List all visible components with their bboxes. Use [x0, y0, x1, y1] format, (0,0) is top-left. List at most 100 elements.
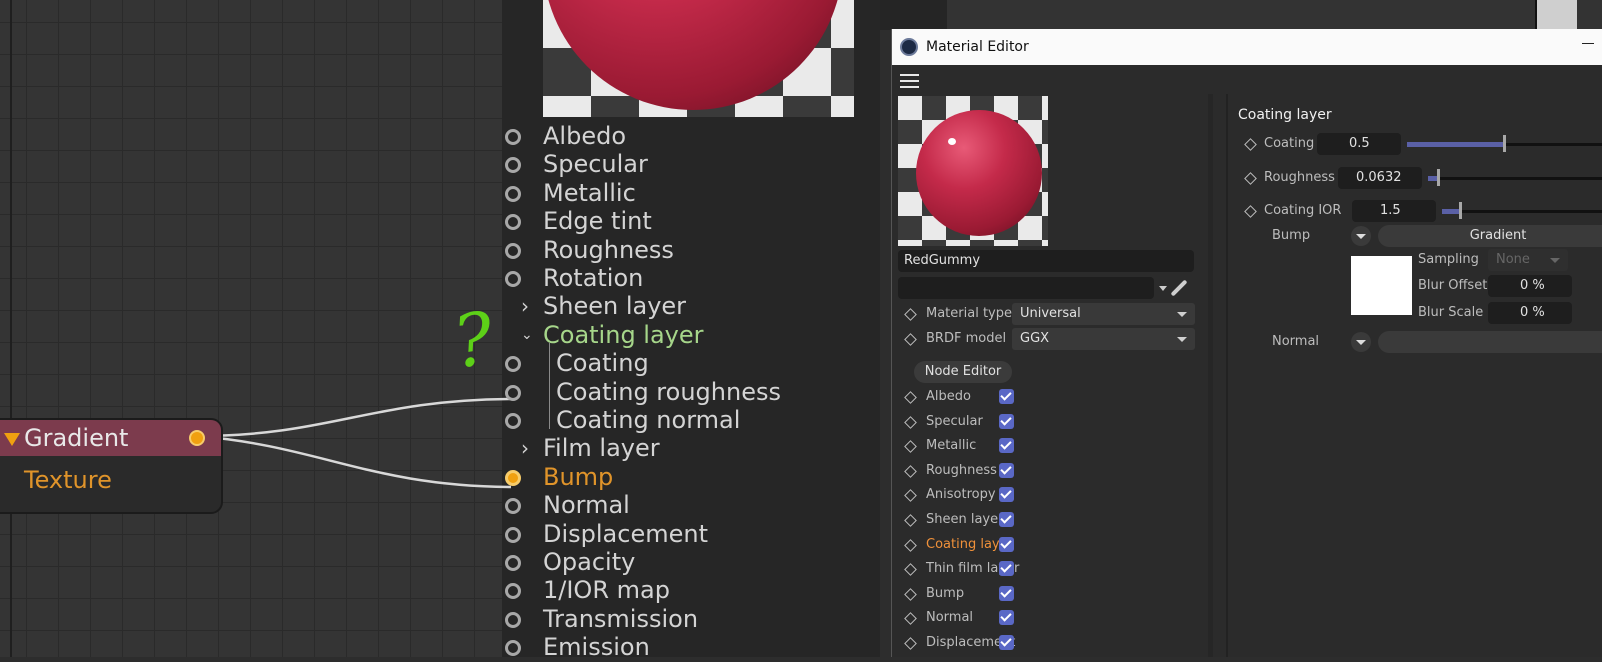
channel-displacement-keyframe-icon[interactable]: [904, 637, 917, 650]
chevron-right-icon[interactable]: ›: [521, 292, 529, 321]
channel-roughness-checkbox[interactable]: [999, 462, 1014, 478]
panel-splitter[interactable]: [1208, 94, 1213, 657]
channel-thin-film-layer-checkbox[interactable]: [999, 561, 1014, 577]
roughness-slider-track[interactable]: [1428, 177, 1602, 180]
roughness-value-field[interactable]: 0.0632: [1338, 167, 1422, 189]
channel-roughness-keyframe-icon[interactable]: [904, 464, 917, 478]
channel-metallic-checkbox[interactable]: [999, 438, 1014, 454]
sampling-dropdown[interactable]: None: [1488, 249, 1568, 271]
normal-shader-button[interactable]: [1378, 331, 1602, 353]
port-metallic-dot[interactable]: [505, 185, 521, 202]
channel-displacement-checkbox[interactable]: [999, 635, 1014, 650]
port-film-layer-label: Film layer: [543, 434, 660, 463]
coating-ior-keyframe-icon[interactable]: [1244, 205, 1257, 218]
channel-metallic-label[interactable]: Metallic: [926, 434, 976, 458]
channel-anisotropy-checkbox[interactable]: [999, 487, 1014, 503]
material-preview[interactable]: [898, 96, 1048, 246]
material-search-field[interactable]: [898, 277, 1154, 299]
channel-coating-layer-checkbox[interactable]: [999, 536, 1014, 552]
channel-coating-layer-keyframe-icon[interactable]: [904, 538, 917, 552]
blur-offset-label: Blur Offset: [1418, 278, 1488, 293]
material-type-value: Universal: [1020, 306, 1081, 321]
coating-ior-slider-knob[interactable]: [1459, 202, 1462, 219]
channel-normal-checkbox[interactable]: [999, 610, 1014, 626]
roughness-keyframe-icon[interactable]: [1244, 172, 1257, 185]
hamburger-menu-icon[interactable]: [900, 74, 919, 88]
sampling-value: None: [1496, 252, 1530, 267]
brdf-model-value: GGX: [1020, 331, 1050, 346]
blur-scale-field[interactable]: 0 %: [1488, 302, 1572, 324]
port-displacement-dot[interactable]: [505, 526, 521, 543]
roughness-slider-knob[interactable]: [1437, 169, 1440, 186]
title-bar[interactable]: Material Editor: [892, 29, 1602, 65]
field-dropdown-arrow-icon[interactable]: [1159, 286, 1167, 291]
chevron-right-icon[interactable]: ›: [521, 434, 529, 463]
port-opacity-label: Opacity: [543, 548, 636, 576]
coating-keyframe-icon[interactable]: [1244, 138, 1257, 151]
brdf-model-dropdown[interactable]: GGX: [1012, 328, 1195, 350]
port-albedo-dot[interactable]: [505, 129, 521, 145]
collapse-triangle-icon[interactable]: [4, 433, 20, 446]
window-title: Material Editor: [926, 39, 1029, 55]
tree-connector-line: [549, 400, 550, 429]
channel-bump-checkbox[interactable]: [999, 585, 1014, 601]
coating-ior-slider-track[interactable]: [1442, 210, 1602, 213]
normal-label: Normal: [1272, 334, 1320, 349]
background-window: [880, 0, 1602, 30]
channel-albedo-label[interactable]: Albedo: [926, 385, 971, 409]
bump-shader-button[interactable]: Gradient: [1378, 225, 1602, 247]
channel-specular-label[interactable]: Specular: [926, 410, 983, 434]
port-coating-label: Coating: [556, 349, 649, 378]
channel-anisotropy-keyframe-icon[interactable]: [904, 489, 917, 503]
channel-sheen-layer-keyframe-icon[interactable]: [904, 514, 917, 527]
material-type-keyframe-icon[interactable]: [904, 308, 917, 321]
port-opacity-dot[interactable]: [505, 555, 521, 571]
channel-anisotropy-label[interactable]: Anisotropy: [926, 483, 996, 507]
channel-albedo-checkbox[interactable]: [999, 389, 1014, 404]
background-window-strip: [880, 0, 947, 30]
channel-metallic-keyframe-icon[interactable]: [904, 440, 917, 454]
channel-specular-keyframe-icon[interactable]: [904, 415, 917, 429]
channel-specular-checkbox[interactable]: [999, 413, 1014, 429]
bump-shader-menu-button[interactable]: [1351, 226, 1371, 246]
blur-offset-field[interactable]: 0 %: [1488, 275, 1572, 297]
channel-normal-label[interactable]: Normal: [926, 606, 973, 630]
chevron-down-icon[interactable]: ⌄: [521, 321, 533, 350]
minimize-icon[interactable]: [1582, 43, 1594, 44]
material-name-field[interactable]: RedGummy: [898, 250, 1194, 272]
gradient-output-port[interactable]: [189, 430, 205, 446]
channel-bump-keyframe-icon[interactable]: [904, 587, 917, 601]
port-coating-roughness-label: Coating roughness: [556, 377, 781, 406]
eyedropper-icon[interactable]: [1170, 279, 1188, 297]
channel-bump-label[interactable]: Bump: [926, 582, 964, 606]
roughness-label: Roughness: [1264, 170, 1335, 185]
channel-thin-film-layer-keyframe-icon[interactable]: [904, 563, 917, 577]
gradient-node-title: Gradient: [24, 424, 129, 452]
wire-coating-roughness: [196, 397, 512, 438]
channel-roughness-label[interactable]: Roughness: [926, 459, 997, 483]
port-coating-layer-label: Coating layer: [543, 320, 704, 349]
coating-section-title: Coating layer: [1238, 107, 1332, 123]
channel-albedo-keyframe-icon[interactable]: [904, 391, 917, 404]
port-coating-normal-label: Coating normal: [556, 406, 741, 434]
channel-sheen-layer-checkbox[interactable]: [999, 512, 1014, 527]
coating-value-field[interactable]: 0.5: [1317, 133, 1401, 155]
port-transmission-dot[interactable]: [505, 611, 521, 628]
port-roughness-dot[interactable]: [505, 242, 521, 259]
brdf-model-keyframe-icon[interactable]: [904, 333, 917, 346]
channel-sheen-layer-label[interactable]: Sheen layer: [926, 508, 1003, 532]
port-bump-dot[interactable]: [505, 469, 521, 486]
coating-ior-value-field[interactable]: 1.5: [1352, 200, 1436, 222]
material-type-dropdown[interactable]: Universal: [1012, 303, 1195, 325]
normal-shader-menu-button[interactable]: [1351, 332, 1371, 352]
node-editor-button[interactable]: Node Editor: [914, 361, 1012, 383]
sphere-highlight: [948, 138, 956, 145]
port-coating-roughness-dot[interactable]: [505, 384, 521, 401]
port-displacement-label: Displacement: [543, 519, 708, 548]
channel-normal-keyframe-icon[interactable]: [904, 612, 917, 626]
port-coating-normal-dot[interactable]: [505, 413, 521, 429]
coating-slider-knob[interactable]: [1503, 135, 1506, 152]
port-rotation-dot[interactable]: [505, 271, 521, 287]
gradient-shader-preview[interactable]: [1351, 256, 1412, 315]
wire-bump: [196, 434, 512, 489]
